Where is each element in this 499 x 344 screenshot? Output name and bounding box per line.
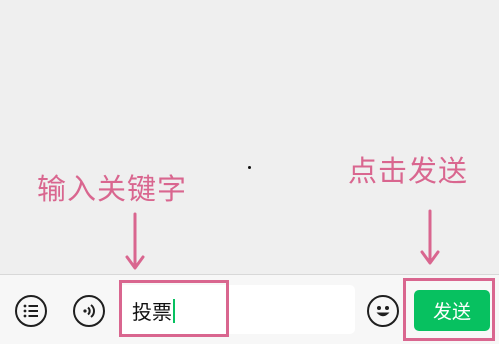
annotation-send-hint: 点击发送	[348, 154, 469, 188]
input-toolbar: 投票 发送	[0, 274, 499, 344]
voice-icon[interactable]	[73, 295, 105, 327]
arrow-to-input	[125, 212, 145, 270]
input-highlight-box	[119, 280, 229, 337]
arrow-to-send	[420, 209, 440, 265]
emoji-icon[interactable]	[367, 295, 399, 327]
stray-dot	[248, 166, 251, 169]
send-button[interactable]: 发送	[414, 290, 490, 331]
list-menu-icon[interactable]	[15, 295, 47, 327]
annotation-input-hint: 输入关键字	[37, 172, 188, 206]
